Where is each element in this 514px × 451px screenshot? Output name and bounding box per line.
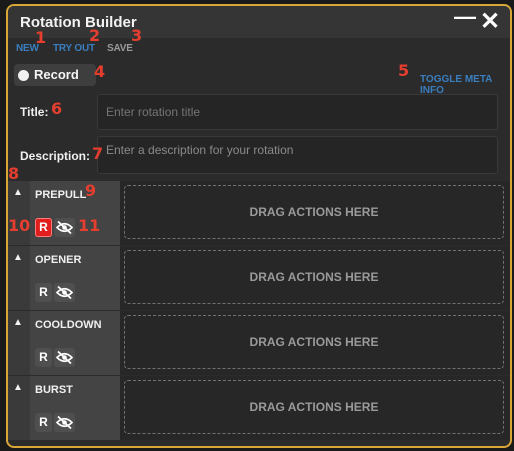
hide-toggle-button[interactable]	[54, 218, 75, 237]
section-opener: ▲ OPENER R DRAG ACTIONS HERE	[8, 246, 510, 310]
repeat-toggle-button[interactable]: R	[35, 283, 52, 302]
section-collapse-gutter: ▲	[8, 181, 30, 245]
eye-slash-icon	[56, 415, 73, 430]
section-header: OPENER R	[30, 246, 120, 310]
collapse-triangle-icon[interactable]: ▲	[13, 187, 23, 198]
description-textarea[interactable]: Enter a description for your rotation	[97, 136, 498, 174]
section-name: COOLDOWN	[35, 319, 102, 331]
annotation-1: 1	[35, 28, 47, 47]
section-drop-area: DRAG ACTIONS HERE	[120, 246, 510, 310]
collapse-triangle-icon[interactable]: ▲	[13, 317, 23, 328]
annotation-2: 2	[89, 26, 101, 45]
record-label: Record	[34, 67, 79, 82]
collapse-triangle-icon[interactable]: ▲	[13, 382, 23, 393]
hide-toggle-button[interactable]	[54, 413, 75, 432]
section-cooldown: ▲ COOLDOWN R DRAG ACTIONS HERE	[8, 311, 510, 375]
annotation-5: 5	[398, 61, 410, 80]
section-collapse-gutter: ▲	[8, 311, 30, 375]
section-name: BURST	[35, 384, 73, 396]
section-header: COOLDOWN R	[30, 311, 120, 375]
repeat-toggle-button[interactable]: R	[35, 413, 52, 432]
section-drop-area: DRAG ACTIONS HERE	[120, 311, 510, 375]
annotation-6: 6	[51, 99, 63, 118]
section-name: OPENER	[35, 254, 82, 266]
eye-slash-icon	[56, 220, 73, 235]
description-label: Description:	[20, 149, 91, 163]
annotation-9: 9	[85, 181, 97, 200]
annotation-3: 3	[131, 26, 143, 45]
annotation-8: 8	[8, 164, 20, 183]
collapse-triangle-icon[interactable]: ▲	[13, 252, 23, 263]
section-header: PREPULL R	[30, 181, 120, 245]
eye-slash-icon	[56, 350, 73, 365]
eye-slash-icon	[56, 285, 73, 300]
hide-toggle-button[interactable]	[54, 283, 75, 302]
minimize-button[interactable]: —	[454, 6, 476, 30]
annotation-10: 10	[8, 216, 31, 235]
annotation-4: 4	[94, 62, 106, 81]
section-burst: ▲ BURST R DRAG ACTIONS HERE	[8, 376, 510, 440]
annotation-7: 7	[92, 144, 104, 163]
drag-actions-dropzone[interactable]: DRAG ACTIONS HERE	[124, 315, 504, 369]
record-dot-icon	[18, 70, 29, 81]
section-header: BURST R	[30, 376, 120, 440]
section-prepull: ▲ PREPULL R DRAG ACTIONS HERE	[8, 181, 510, 245]
title-bar[interactable]: Rotation Builder — ✕	[8, 6, 510, 38]
section-name: PREPULL	[35, 189, 87, 201]
title-input[interactable]	[97, 94, 498, 130]
close-button[interactable]: ✕	[480, 9, 500, 35]
drag-actions-dropzone[interactable]: DRAG ACTIONS HERE	[124, 380, 504, 434]
annotation-11: 11	[78, 216, 101, 235]
hide-toggle-button[interactable]	[54, 348, 75, 367]
section-collapse-gutter: ▲	[8, 376, 30, 440]
drag-actions-dropzone[interactable]: DRAG ACTIONS HERE	[124, 250, 504, 304]
repeat-toggle-button[interactable]: R	[35, 348, 52, 367]
section-collapse-gutter: ▲	[8, 246, 30, 310]
section-drop-area: DRAG ACTIONS HERE	[120, 376, 510, 440]
menu-save[interactable]: SAVE	[107, 43, 133, 54]
title-label: Title:	[20, 105, 49, 119]
section-drop-area: DRAG ACTIONS HERE	[120, 181, 510, 245]
record-button[interactable]: Record	[14, 64, 96, 86]
toggle-meta-info-link[interactable]: TOGGLE META INFO	[420, 74, 510, 96]
drag-actions-dropzone[interactable]: DRAG ACTIONS HERE	[124, 185, 504, 239]
repeat-toggle-button[interactable]: R	[35, 218, 52, 237]
